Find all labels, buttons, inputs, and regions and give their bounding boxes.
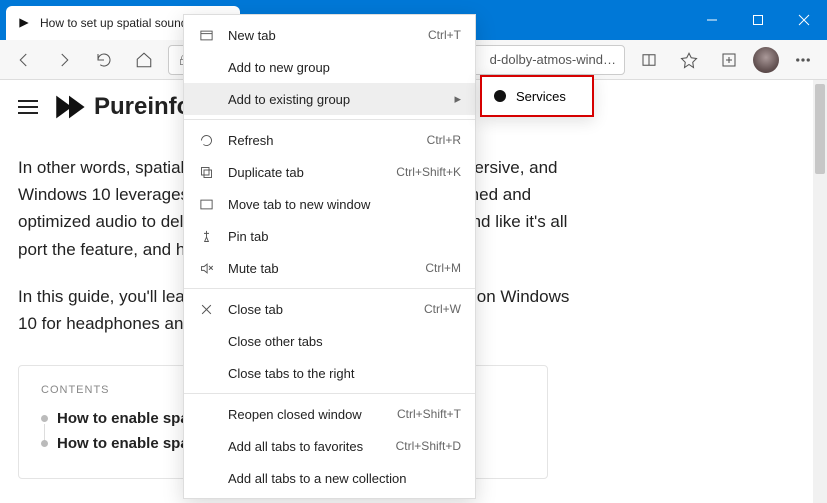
menu-item-close-other[interactable]: Close other tabs — [184, 325, 475, 357]
menu-separator — [184, 288, 475, 289]
refresh-icon — [198, 133, 214, 148]
new-tab-icon — [198, 28, 214, 43]
menu-separator — [184, 119, 475, 120]
menu-separator — [184, 393, 475, 394]
close-window-button[interactable] — [781, 0, 827, 40]
tab-context-menu: New tab Ctrl+T Add to new group Add to e… — [183, 14, 476, 499]
favorite-button[interactable] — [673, 44, 705, 76]
menu-icon[interactable] — [18, 100, 38, 114]
menu-item-add-existing-group[interactable]: Add to existing group ▸ — [184, 83, 475, 115]
back-button[interactable] — [8, 44, 40, 76]
minimize-button[interactable] — [689, 0, 735, 40]
window-icon — [198, 197, 214, 212]
chevron-right-icon: ▸ — [454, 91, 461, 107]
reading-view-button[interactable] — [633, 44, 665, 76]
tab-favicon — [16, 15, 32, 31]
vertical-scrollbar[interactable] — [813, 80, 827, 503]
menu-item-refresh[interactable]: Refresh Ctrl+R — [184, 124, 475, 156]
forward-button[interactable] — [48, 44, 80, 76]
mute-icon — [198, 261, 214, 276]
home-button[interactable] — [128, 44, 160, 76]
menu-item-add-collection[interactable]: Add all tabs to a new collection — [184, 462, 475, 494]
close-icon — [198, 302, 214, 317]
window-controls — [689, 0, 827, 40]
menu-item-close-tab[interactable]: Close tab Ctrl+W — [184, 293, 475, 325]
refresh-button[interactable] — [88, 44, 120, 76]
submenu-item-services[interactable]: Services — [482, 81, 592, 111]
menu-item-reopen[interactable]: Reopen closed window Ctrl+Shift+T — [184, 398, 475, 430]
menu-item-move-window[interactable]: Move tab to new window — [184, 188, 475, 220]
menu-item-duplicate[interactable]: Duplicate tab Ctrl+Shift+K — [184, 156, 475, 188]
existing-group-submenu: Services — [480, 75, 594, 117]
menu-item-new-tab[interactable]: New tab Ctrl+T — [184, 19, 475, 51]
more-menu-button[interactable] — [787, 44, 819, 76]
menu-item-mute[interactable]: Mute tab Ctrl+M — [184, 252, 475, 284]
maximize-button[interactable] — [735, 0, 781, 40]
menu-item-pin[interactable]: Pin tab — [184, 220, 475, 252]
collections-button[interactable] — [713, 44, 745, 76]
address-text: d-dolby-atmos-wind… — [490, 52, 616, 67]
scrollbar-thumb[interactable] — [815, 84, 825, 174]
profile-avatar[interactable] — [753, 47, 779, 73]
menu-item-add-new-group[interactable]: Add to new group — [184, 51, 475, 83]
menu-item-add-favorites[interactable]: Add all tabs to favorites Ctrl+Shift+D — [184, 430, 475, 462]
pin-icon — [198, 229, 214, 244]
duplicate-icon — [198, 165, 214, 180]
menu-item-close-right[interactable]: Close tabs to the right — [184, 357, 475, 389]
group-color-dot — [494, 90, 506, 102]
